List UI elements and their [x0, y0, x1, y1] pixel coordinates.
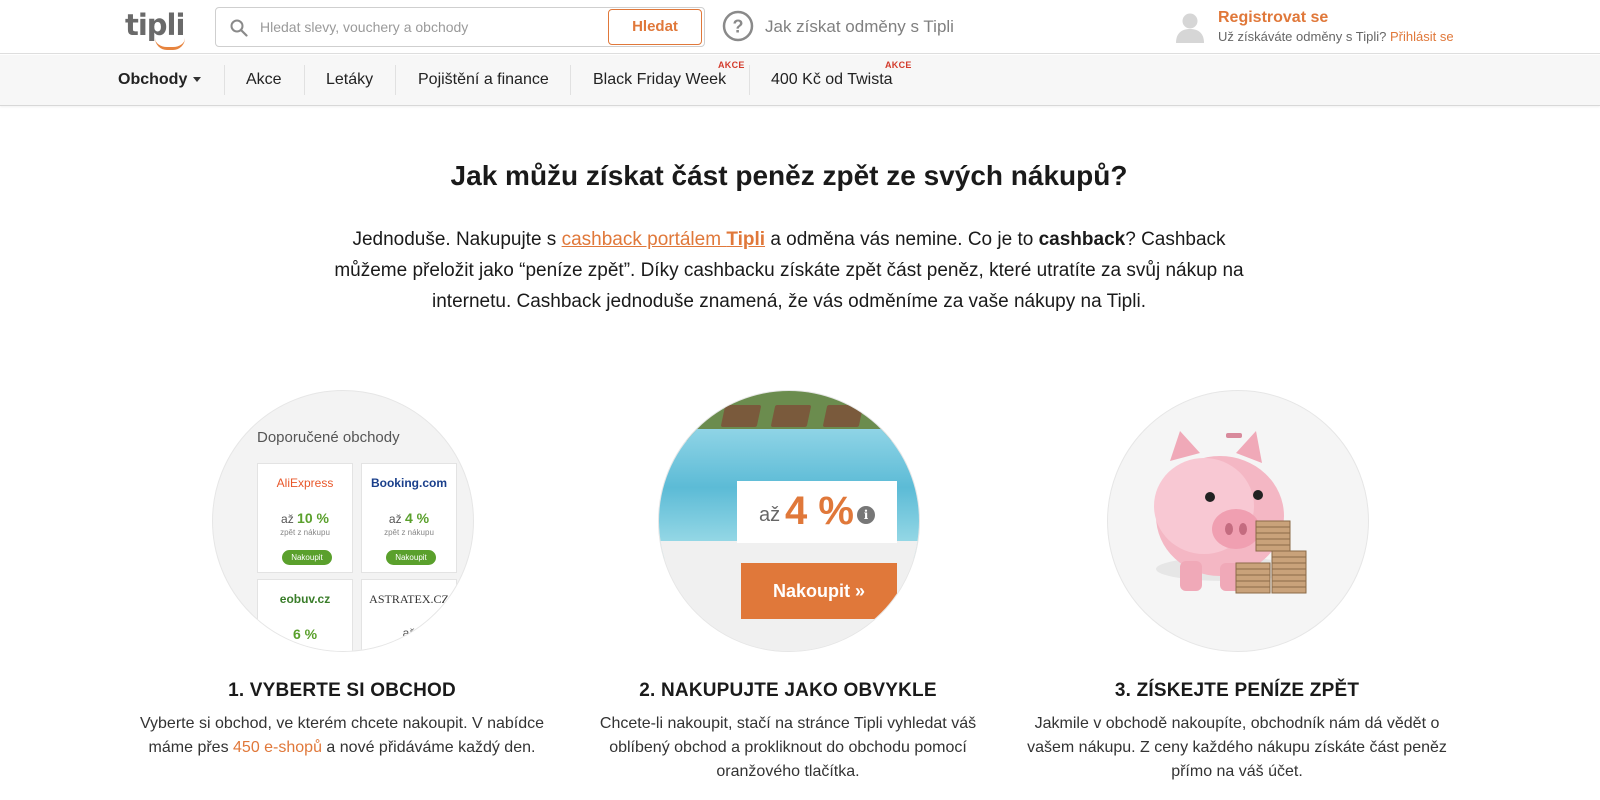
- search-icon: [230, 19, 248, 37]
- nav-divider: [304, 65, 305, 95]
- step-2-text: Chcete-li nakoupit, stačí na stránce Tip…: [599, 715, 977, 780]
- rate-caption: zpět z nákupu: [280, 528, 330, 537]
- step-3-title: 3. ZÍSKEJTE PENÍZE ZPĚT: [1114, 680, 1360, 701]
- shop-buy-button: Nakoupit: [282, 550, 332, 565]
- rate-value: 6 %: [292, 626, 318, 642]
- cashback-rate: až 4 %: [362, 510, 456, 526]
- step-3-text: Jakmile v obchodě nakoupíte, obchodník n…: [1027, 715, 1447, 780]
- shop-logo: Booking.com: [370, 476, 447, 490]
- cashback-portal-link[interactable]: cashback portálem Tipli: [562, 229, 765, 250]
- shop-card-eobuv: eobuv.cz 6 %: [257, 579, 353, 651]
- nav-item-akce[interactable]: Akce: [246, 55, 282, 105]
- rate-prefix: až: [402, 626, 416, 640]
- link-bold-text: Tipli: [726, 229, 766, 250]
- shop-logo: eobuv.cz: [279, 592, 331, 606]
- logo-swoosh: [155, 38, 185, 50]
- main-nav: Obchody Akce Letáky Pojištění a finance …: [0, 55, 1600, 106]
- rate-value: 4 %: [785, 489, 854, 533]
- button-corner-fold: [879, 601, 897, 619]
- akce-badge: AKCE: [718, 60, 745, 70]
- nav-item-twista[interactable]: 400 Kč od Twista: [771, 55, 893, 105]
- step-1-text: Vyberte si obchod, ve kterém chcete nako…: [132, 712, 552, 760]
- caret-down-icon: [193, 77, 202, 83]
- step-3-illustration: [1107, 390, 1369, 652]
- user-avatar-icon: [1176, 13, 1204, 43]
- svg-text:?: ?: [733, 17, 744, 37]
- shop-buy-button: Nakoupit: [386, 550, 436, 565]
- search-input[interactable]: [260, 8, 600, 46]
- cashback-rate: 6 %: [258, 626, 352, 642]
- intro-bold-text: cashback: [1038, 229, 1126, 250]
- logo-text: tipli: [125, 8, 185, 42]
- rate-value: 4 %: [404, 510, 430, 526]
- nav-divider: [224, 65, 225, 95]
- intro-text: Jednoduše. Nakupujte s: [352, 229, 562, 250]
- piggy-bank-icon: [1154, 431, 1307, 594]
- nav-item-obchody[interactable]: Obchody: [118, 55, 202, 105]
- login-prompt-text: Už získáváte odměny s Tipli?: [1218, 29, 1387, 44]
- sunbed-shape: [720, 405, 762, 427]
- link-text: cashback portálem: [561, 229, 727, 250]
- info-icon: i: [857, 506, 875, 524]
- search-button[interactable]: Hledat: [608, 9, 702, 45]
- sunbed-shape: [822, 405, 864, 427]
- step-1-text-part: a nové přidáváme každý den.: [321, 739, 536, 756]
- step-2-title: 2. NAKUPUJTE JAKO OBVYKLE: [639, 680, 937, 701]
- nav-divider: [570, 65, 571, 95]
- shop-logo: ASTRATEX.CZ: [369, 592, 449, 606]
- register-link[interactable]: Registrovat se: [1218, 9, 1328, 27]
- shop-logo: AliExpress: [276, 476, 334, 490]
- nav-divider: [749, 65, 750, 95]
- nav-item-pojisteni[interactable]: Pojištění a finance: [418, 55, 549, 105]
- question-circle-icon: ?: [722, 10, 754, 42]
- nav-divider: [395, 65, 396, 95]
- step-1-illustration: Doporučené obchody AliExpress až 10 % zp…: [212, 390, 474, 652]
- shop-card-astratex: ASTRATEX.CZ až: [361, 579, 457, 651]
- sunbed-shape: [770, 405, 812, 427]
- shop-card-booking: Booking.com až 4 % zpět z nákupu Nakoupi…: [361, 463, 457, 573]
- featured-shops-heading: Doporučené obchody: [257, 429, 400, 446]
- shops-count-link[interactable]: 450 e-shopů: [233, 739, 322, 756]
- help-link-label: Jak získat odměny s Tipli: [765, 17, 954, 36]
- login-link[interactable]: Přihlásit se: [1390, 29, 1454, 44]
- intro-paragraph: Jednoduše. Nakupujte s cashback portálem…: [320, 224, 1258, 317]
- search-bar: Hledat: [215, 7, 705, 47]
- nav-item-black-friday[interactable]: Black Friday Week: [593, 55, 726, 105]
- nav-item-letaky[interactable]: Letáky: [326, 55, 373, 105]
- header: tipli Hledat ? Jak získat odměny s Tipli…: [0, 0, 1600, 54]
- tipli-logo[interactable]: tipli: [125, 8, 187, 50]
- page-title: Jak můžu získat část peněz zpět ze svých…: [450, 160, 1128, 191]
- step-1-title: 1. VYBERTE SI OBCHOD: [228, 680, 456, 701]
- nav-item-label: Obchody: [118, 71, 188, 88]
- shop-buy-button: Nakoupit »: [741, 563, 897, 619]
- cashback-rate: až 10 %: [258, 510, 352, 526]
- login-prompt: Už získáváte odměny s Tipli? Přihlásit s…: [1218, 29, 1454, 44]
- rate-caption: zpět z nákupu: [384, 528, 434, 537]
- cashback-rate: až: [362, 626, 456, 640]
- shop-card-aliexpress: AliExpress až 10 % zpět z nákupu Nakoupi…: [257, 463, 353, 573]
- rate-prefix: až: [388, 512, 402, 526]
- rate-value: 10 %: [297, 510, 329, 526]
- step-2-illustration: až 4 % i Nakoupit »: [658, 390, 920, 652]
- rate-prefix: až: [759, 504, 781, 526]
- akce-badge: AKCE: [885, 60, 912, 70]
- rate-prefix: až: [281, 512, 294, 526]
- intro-text: a odměna vás nemine. Co je to: [765, 229, 1039, 250]
